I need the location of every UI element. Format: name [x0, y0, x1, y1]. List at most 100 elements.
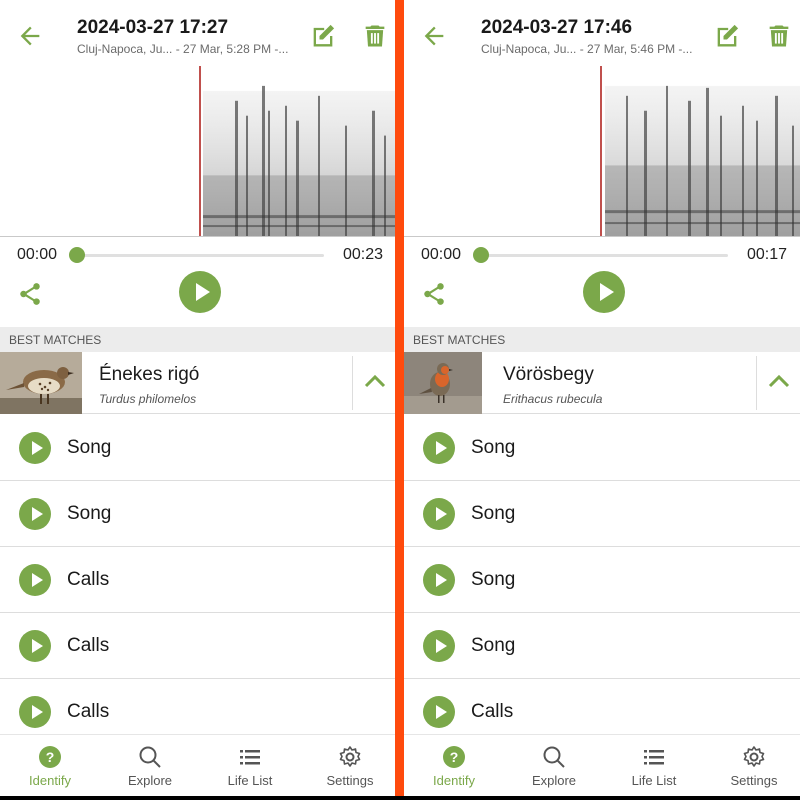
- seek-track[interactable]: [480, 254, 728, 257]
- recording-title: 2024-03-27 17:46: [481, 17, 633, 38]
- nav-identify[interactable]: ? Identify: [0, 735, 100, 796]
- bottom-navigation: ? Identify Explore Life List Settings: [404, 734, 800, 796]
- nav-identify[interactable]: ? Identify: [404, 735, 504, 796]
- help-circle-icon: ?: [443, 746, 465, 768]
- match-row[interactable]: Énekes rigó Turdus philomelos: [0, 352, 396, 414]
- play-icon: [436, 705, 447, 719]
- nav-label: Settings: [730, 773, 778, 788]
- seek-thumb[interactable]: [69, 247, 85, 263]
- playhead-marker: [199, 66, 201, 236]
- sound-play-button[interactable]: [19, 432, 51, 464]
- sound-play-button[interactable]: [423, 696, 455, 728]
- sound-label: Song: [471, 635, 516, 656]
- audio-player: 00:00 00:17: [404, 238, 800, 273]
- sound-item[interactable]: Calls: [0, 613, 396, 679]
- seek-track[interactable]: [76, 254, 324, 257]
- back-arrow-icon[interactable]: [420, 22, 448, 50]
- sound-item[interactable]: Song: [0, 415, 396, 481]
- play-icon: [32, 573, 43, 587]
- edit-icon[interactable]: [309, 22, 337, 50]
- bird-common-name: Énekes rigó: [99, 364, 200, 385]
- search-icon: [543, 746, 565, 768]
- sound-play-button[interactable]: [19, 498, 51, 530]
- sound-label: Calls: [471, 701, 514, 722]
- spectrogram[interactable]: [404, 66, 800, 237]
- nav-label: Identify: [29, 773, 71, 788]
- nav-settings[interactable]: Settings: [704, 735, 800, 796]
- sound-play-button[interactable]: [423, 432, 455, 464]
- play-button[interactable]: [179, 271, 221, 313]
- sound-item[interactable]: Song: [404, 613, 800, 679]
- play-icon: [436, 441, 447, 455]
- panel-divider: [395, 0, 404, 800]
- help-circle-icon: ?: [39, 746, 61, 768]
- system-bottom-bar: [0, 796, 800, 800]
- search-icon: [139, 746, 161, 768]
- collapse-button[interactable]: [352, 356, 396, 410]
- sound-play-button[interactable]: [423, 564, 455, 596]
- nav-label: Identify: [433, 773, 475, 788]
- sound-label: Calls: [67, 569, 110, 590]
- nav-explore[interactable]: Explore: [504, 735, 604, 796]
- sound-play-button[interactable]: [423, 630, 455, 662]
- sound-item[interactable]: Calls: [0, 547, 396, 613]
- match-row[interactable]: Vörösbegy Erithacus rubecula: [404, 352, 800, 414]
- nav-explore[interactable]: Explore: [100, 735, 200, 796]
- share-icon[interactable]: [17, 281, 43, 307]
- play-icon: [436, 573, 447, 587]
- gear-icon: [339, 746, 361, 767]
- play-button[interactable]: [583, 271, 625, 313]
- play-icon: [32, 507, 43, 521]
- sound-item[interactable]: Song: [404, 481, 800, 547]
- sound-item[interactable]: Song: [404, 547, 800, 613]
- current-time: 00:00: [17, 246, 58, 263]
- seek-thumb[interactable]: [473, 247, 489, 263]
- svg-text:?: ?: [46, 749, 55, 765]
- spectrogram[interactable]: [0, 66, 396, 237]
- bird-common-name: Vörösbegy: [503, 364, 594, 385]
- sound-label: Song: [67, 437, 112, 458]
- share-icon[interactable]: [421, 281, 447, 307]
- sound-item[interactable]: Song: [0, 481, 396, 547]
- trash-icon[interactable]: [361, 22, 389, 50]
- best-matches-header: BEST MATCHES: [404, 327, 800, 352]
- nav-label: Life List: [631, 773, 677, 788]
- bird-scientific-name: Erithacus rubecula: [503, 392, 603, 406]
- sound-label: Song: [471, 437, 516, 458]
- sound-label: Calls: [67, 635, 110, 656]
- sound-label: Song: [471, 569, 516, 590]
- current-time: 00:00: [421, 246, 462, 263]
- collapse-button[interactable]: [756, 356, 800, 410]
- svg-text:?: ?: [450, 749, 459, 765]
- nav-settings[interactable]: Settings: [300, 735, 396, 796]
- recording-subtitle: Cluj-Napoca, Ju... - 27 Mar, 5:46 PM -..…: [481, 42, 693, 56]
- sound-play-button[interactable]: [19, 630, 51, 662]
- trash-icon[interactable]: [765, 22, 793, 50]
- back-arrow-icon[interactable]: [16, 22, 44, 50]
- play-icon: [32, 441, 43, 455]
- sound-play-button[interactable]: [423, 498, 455, 530]
- sound-list: Song Song Calls Calls Calls: [0, 415, 396, 745]
- app-header: 2024-03-27 17:46 Cluj-Napoca, Ju... - 27…: [404, 0, 800, 66]
- playhead-marker: [600, 66, 602, 236]
- chevron-up-icon: [768, 374, 790, 388]
- gear-icon: [743, 746, 765, 767]
- sound-play-button[interactable]: [19, 564, 51, 596]
- spectrogram-image: [203, 85, 396, 236]
- sound-item[interactable]: Song: [404, 415, 800, 481]
- recording-panel-right: 2024-03-27 17:46 Cluj-Napoca, Ju... - 27…: [404, 0, 800, 796]
- audio-player: 00:00 00:23: [0, 238, 396, 273]
- play-icon: [436, 507, 447, 521]
- play-icon: [600, 283, 614, 301]
- play-icon: [436, 639, 447, 653]
- bird-photo: [0, 352, 82, 414]
- sound-label: Song: [67, 503, 112, 524]
- sound-list: Song Song Song Song Calls: [404, 415, 800, 745]
- nav-life-list[interactable]: Life List: [200, 735, 300, 796]
- play-icon: [196, 283, 210, 301]
- nav-life-list[interactable]: Life List: [604, 735, 704, 796]
- nav-label: Explore: [127, 773, 173, 788]
- sound-play-button[interactable]: [19, 696, 51, 728]
- recording-title: 2024-03-27 17:27: [77, 17, 229, 38]
- edit-icon[interactable]: [713, 22, 741, 50]
